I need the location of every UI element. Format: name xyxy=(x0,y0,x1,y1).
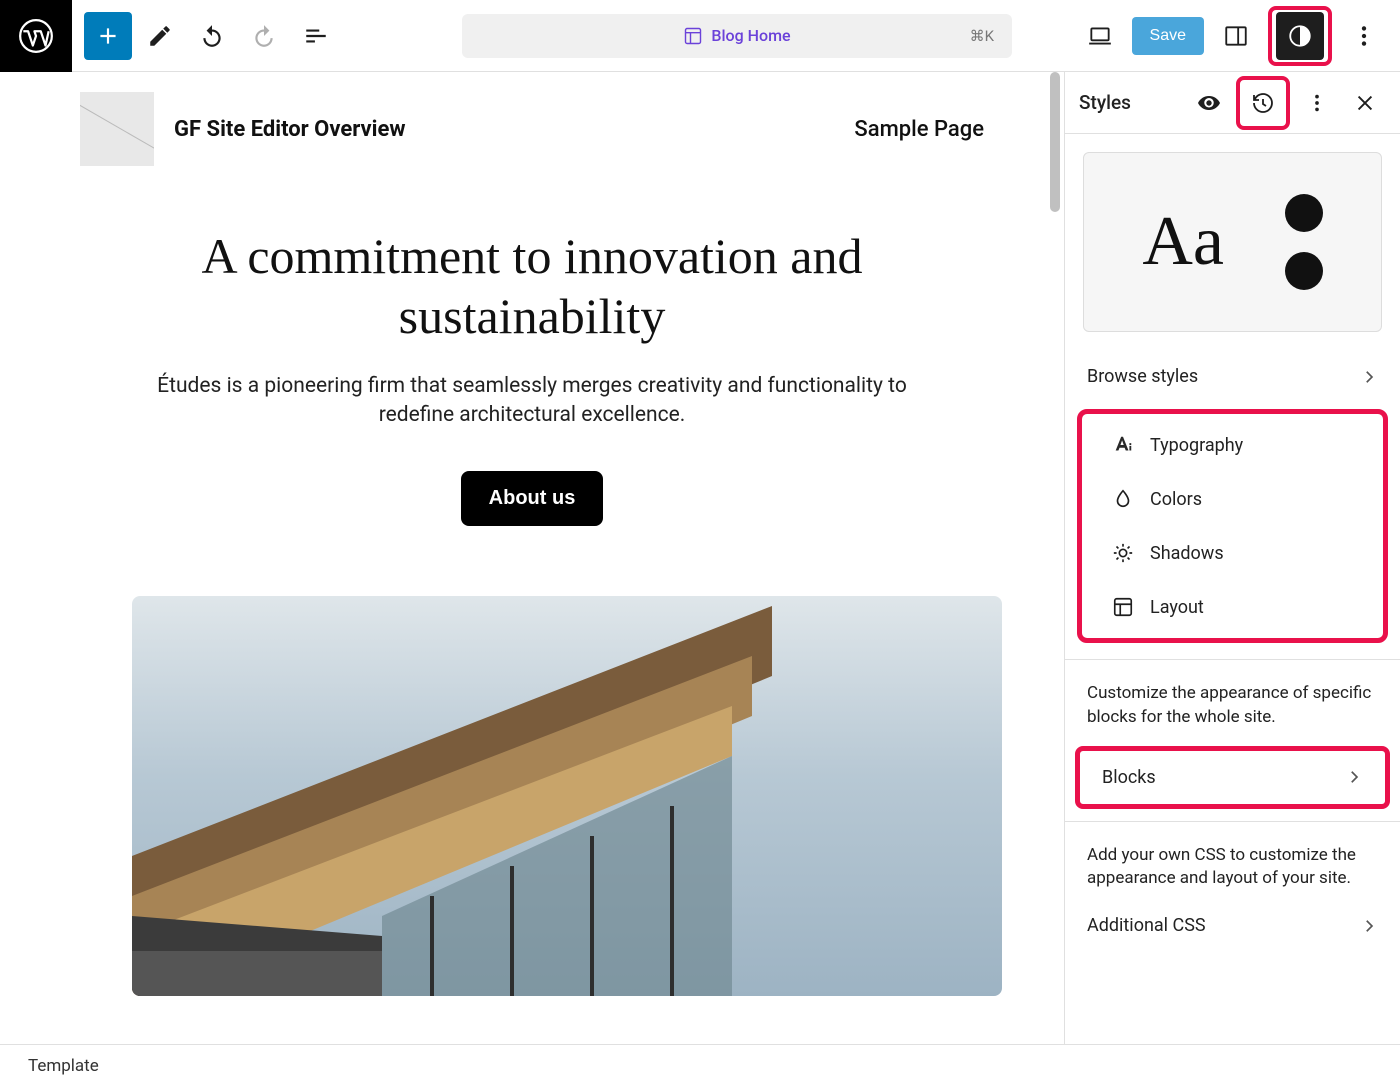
breadcrumb[interactable]: Blog Home ⌘K xyxy=(462,14,1012,58)
layout-row[interactable]: Layout xyxy=(1082,580,1383,634)
laptop-icon xyxy=(1087,23,1113,49)
plus-icon xyxy=(95,23,121,49)
styles-button-highlight xyxy=(1268,6,1332,66)
styles-sidebar: Styles Aa Browse styles xyxy=(1064,72,1400,1044)
contrast-icon xyxy=(1287,23,1313,49)
top-toolbar: Blog Home ⌘K Save xyxy=(0,0,1400,72)
blocks-row[interactable]: Blocks xyxy=(1075,746,1390,809)
undo-icon xyxy=(199,23,225,49)
preview-typography-sample: Aa xyxy=(1142,202,1224,282)
layout-label: Layout xyxy=(1150,597,1204,618)
typography-label: Typography xyxy=(1150,435,1243,456)
style-book-button[interactable] xyxy=(1188,82,1230,124)
layout-icon xyxy=(1112,596,1134,618)
hero-image[interactable] xyxy=(132,596,1002,996)
save-button[interactable]: Save xyxy=(1132,17,1204,55)
sidebar-title: Styles xyxy=(1079,91,1131,114)
nav-link-sample-page[interactable]: Sample Page xyxy=(854,117,984,142)
redo-button[interactable] xyxy=(240,12,288,60)
tools-left xyxy=(72,12,342,60)
more-options-button[interactable] xyxy=(1340,12,1388,60)
tools-right: Save xyxy=(1074,6,1400,66)
undo-button[interactable] xyxy=(188,12,236,60)
hero-heading[interactable]: A commitment to innovation and sustainab… xyxy=(132,226,932,346)
eye-icon xyxy=(1197,91,1221,115)
settings-sidebar-button[interactable] xyxy=(1212,12,1260,60)
shadows-row[interactable]: Shadows xyxy=(1082,526,1383,580)
close-sidebar-button[interactable] xyxy=(1344,82,1386,124)
wordpress-logo[interactable] xyxy=(0,0,72,72)
drop-icon xyxy=(1112,488,1134,510)
chevron-right-icon xyxy=(1360,368,1378,386)
additional-css-label: Additional CSS xyxy=(1087,915,1206,936)
breadcrumb-label: Blog Home xyxy=(711,26,790,45)
building-illustration xyxy=(132,596,1002,996)
site-title[interactable]: GF Site Editor Overview xyxy=(174,117,405,142)
additional-css-row[interactable]: Additional CSS xyxy=(1065,899,1400,952)
colors-label: Colors xyxy=(1150,489,1202,510)
revisions-button[interactable] xyxy=(1242,82,1284,124)
sun-icon xyxy=(1112,542,1134,564)
sidebar-header: Styles xyxy=(1065,72,1400,134)
site-header: GF Site Editor Overview Sample Page xyxy=(80,92,984,226)
redo-icon xyxy=(251,23,277,49)
chevron-right-icon xyxy=(1345,768,1363,786)
hero-subheading[interactable]: Études is a pioneering firm that seamles… xyxy=(132,372,932,431)
style-categories-highlight: Typography Colors Shadows Layout xyxy=(1077,409,1388,643)
sidebar-more-button[interactable] xyxy=(1296,82,1338,124)
history-icon xyxy=(1251,91,1275,115)
edit-button[interactable] xyxy=(136,12,184,60)
add-block-button[interactable] xyxy=(84,12,132,60)
sidebar-icon xyxy=(1223,23,1249,49)
browse-styles-row[interactable]: Browse styles xyxy=(1065,350,1400,403)
browse-styles-label: Browse styles xyxy=(1087,366,1198,387)
hero-cta-button[interactable]: About us xyxy=(461,471,604,526)
kebab-icon xyxy=(1306,92,1328,114)
pencil-icon xyxy=(147,23,173,49)
css-description: Add your own CSS to customize the appear… xyxy=(1065,826,1400,900)
editor-canvas[interactable]: GF Site Editor Overview Sample Page A co… xyxy=(0,72,1064,1044)
footer-breadcrumb[interactable]: Template xyxy=(0,1044,1400,1086)
hero-section: A commitment to innovation and sustainab… xyxy=(132,226,932,996)
footer-breadcrumb-label: Template xyxy=(28,1056,99,1076)
breadcrumb-shortcut: ⌘K xyxy=(970,27,994,45)
device-preview-button[interactable] xyxy=(1076,12,1124,60)
colors-row[interactable]: Colors xyxy=(1082,472,1383,526)
styles-button[interactable] xyxy=(1276,12,1324,60)
style-preview-card[interactable]: Aa xyxy=(1083,152,1382,332)
chevron-right-icon xyxy=(1360,917,1378,935)
blocks-label: Blocks xyxy=(1102,767,1156,788)
typography-row[interactable]: Typography xyxy=(1082,418,1383,472)
close-icon xyxy=(1354,92,1376,114)
canvas-scrollbar[interactable] xyxy=(1050,72,1060,1044)
site-logo-placeholder[interactable] xyxy=(80,92,154,166)
list-view-button[interactable] xyxy=(292,12,340,60)
list-icon xyxy=(303,23,329,49)
revisions-button-highlight xyxy=(1236,76,1290,130)
typography-icon xyxy=(1112,434,1134,456)
template-icon xyxy=(683,26,703,46)
blocks-description: Customize the appearance of specific blo… xyxy=(1065,664,1400,738)
shadows-label: Shadows xyxy=(1150,543,1224,564)
preview-color-swatches xyxy=(1285,194,1323,290)
kebab-icon xyxy=(1351,23,1377,49)
